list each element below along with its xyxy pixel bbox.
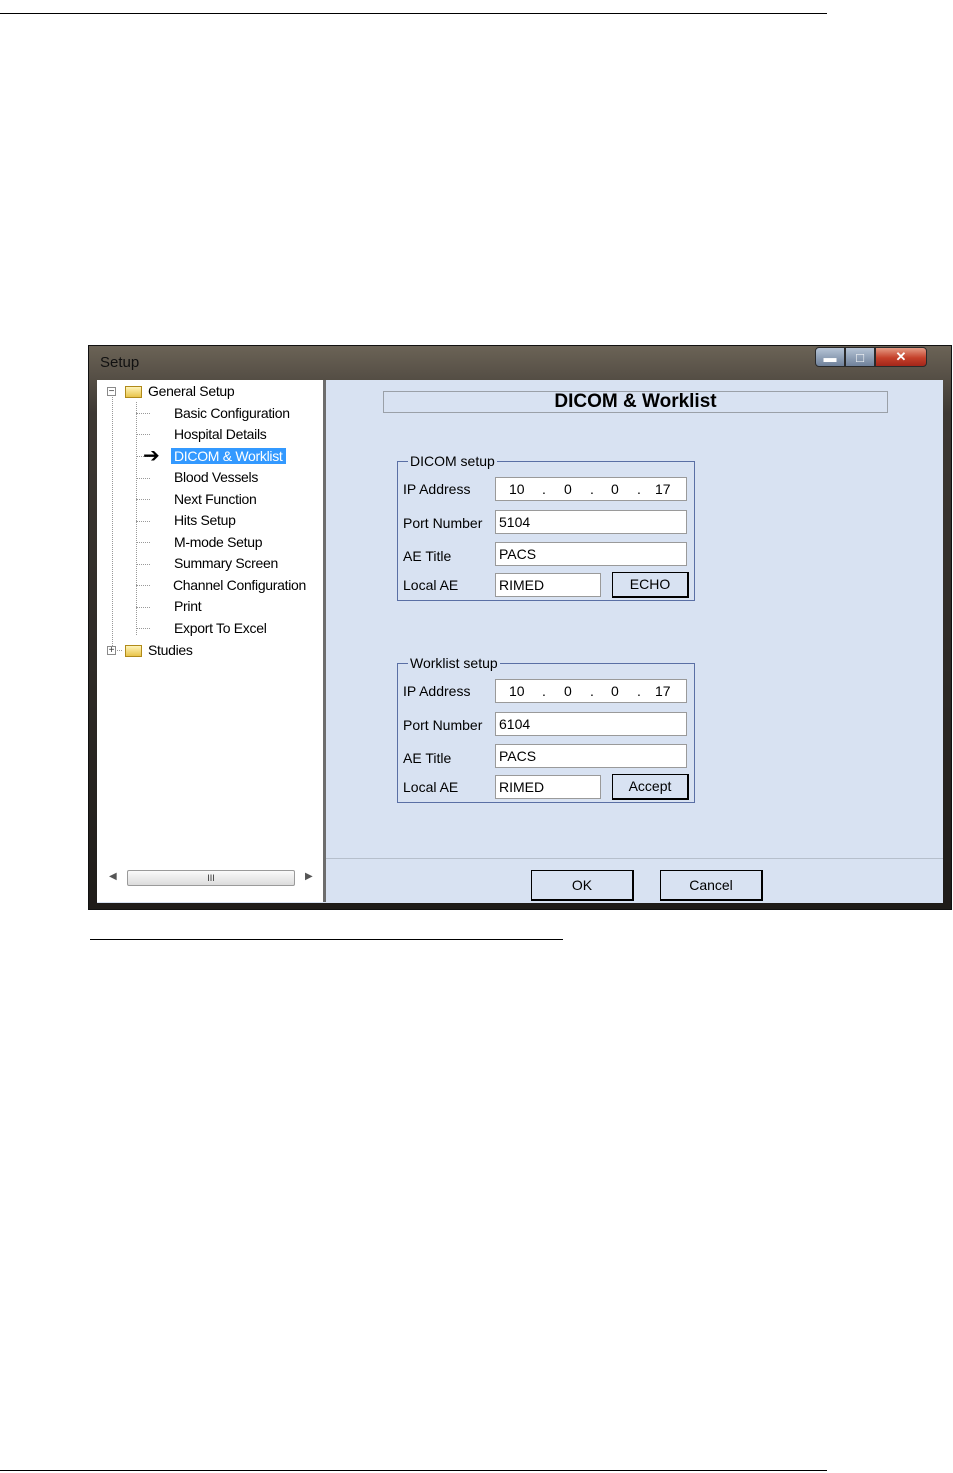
window-title: Setup [100,354,140,371]
tree-item-dicom-worklist[interactable]: DICOM & Worklist [171,448,286,464]
header-rule [0,13,827,14]
ip-octet: 0 [611,481,619,497]
ip-octet: 17 [655,683,671,699]
tree-branch [136,499,150,500]
local-ae-field[interactable]: RIMED [495,573,601,597]
tree-branch [136,478,150,479]
echo-button[interactable]: ECHO [612,572,689,598]
maximize-button[interactable]: □ [845,347,875,367]
horizontal-scrollbar[interactable]: ◀ III ▶ [103,868,317,888]
port-number-label: Port Number [403,717,483,733]
scroll-left-icon[interactable]: ◀ [109,871,117,882]
ip-octet: 0 [564,683,572,699]
tree-branch [136,413,150,414]
tree-line [112,390,113,650]
port-number-label: Port Number [403,515,483,531]
ae-title-label: AE Title [403,750,452,766]
tree-item-hits-setup[interactable]: Hits Setup [174,512,236,528]
tree-item-hospital-details[interactable]: Hospital Details [174,426,267,442]
expand-icon[interactable]: + [107,646,116,656]
title-bar[interactable]: Setup ▬ □ ✕ [89,346,951,378]
footer-rule [0,1470,827,1471]
tree-item-summary-screen[interactable]: Summary Screen [174,555,278,571]
pointer-arrow-icon: ➔ [143,445,160,467]
folder-icon [125,645,142,657]
tree-branch [136,434,150,435]
worklist-setup-group: Worklist setup IP Address 10 . 0 . 0 . 1… [397,655,695,803]
local-ae-label: Local AE [403,577,459,593]
client-area: − General Setup Basic Configuration Hosp… [97,380,943,903]
ip-address-label: IP Address [403,481,471,497]
setup-window: Setup ▬ □ ✕ − General Setup Basic Config… [88,345,952,910]
scroll-right-icon[interactable]: ▶ [305,871,313,882]
tree-root-studies[interactable]: Studies [148,642,193,658]
scroll-thumb[interactable]: III [127,870,295,886]
local-ae-field[interactable]: RIMED [495,775,601,799]
tree-item-m-mode-setup[interactable]: M-mode Setup [174,534,263,550]
port-number-field[interactable]: 5104 [495,510,687,534]
accept-button[interactable]: Accept [612,774,689,800]
tree-item-next-function[interactable]: Next Function [174,491,257,507]
cancel-button[interactable]: Cancel [660,870,763,901]
ip-octet: 0 [611,683,619,699]
tree-branch [136,564,150,565]
tree-item-channel-configuration[interactable]: Channel Configuration [173,577,306,593]
settings-tree: − General Setup Basic Configuration Hosp… [97,380,326,902]
ip-address-field[interactable]: 10 . 0 . 0 . 17 [495,679,687,703]
ip-dot: . [542,683,546,699]
ae-title-label: AE Title [403,548,452,564]
ip-octet: 10 [509,481,525,497]
ip-octet: 10 [509,683,525,699]
caption-underline [90,939,563,940]
port-number-field[interactable]: 6104 [495,712,687,736]
local-ae-label: Local AE [403,779,459,795]
open-folder-icon [125,386,142,398]
tree-branch [136,521,150,522]
group-legend: Worklist setup [408,655,500,671]
tree-item-basic-configuration[interactable]: Basic Configuration [174,405,290,421]
minimize-button[interactable]: ▬ [815,347,845,367]
group-legend: DICOM setup [408,453,497,469]
ip-octet: 17 [655,481,671,497]
footer-divider [326,858,943,859]
close-button[interactable]: ✕ [875,347,927,367]
page-title: DICOM & Worklist [383,391,888,413]
ip-octet: 0 [564,481,572,497]
ip-address-label: IP Address [403,683,471,699]
tree-branch [136,542,150,543]
ip-dot: . [590,683,594,699]
dicom-setup-group: DICOM setup IP Address 10 . 0 . 0 . 17 P… [397,453,695,601]
tree-item-export-to-excel[interactable]: Export To Excel [174,620,267,636]
ok-button[interactable]: OK [531,870,634,901]
ip-dot: . [637,683,641,699]
close-icon: ✕ [895,349,907,364]
ae-title-field[interactable]: PACS [495,542,687,566]
ip-dot: . [542,481,546,497]
maximize-icon: □ [856,349,864,365]
tree-item-blood-vessels[interactable]: Blood Vessels [174,469,258,485]
ip-address-field[interactable]: 10 . 0 . 0 . 17 [495,477,687,501]
minimize-icon: ▬ [823,349,837,365]
tree-branch [136,607,150,608]
tree-item-print[interactable]: Print [174,598,202,614]
collapse-icon[interactable]: − [107,387,116,397]
ip-dot: . [637,481,641,497]
tree-root-general-setup[interactable]: General Setup [148,383,235,399]
tree-branch [136,628,150,629]
tree-line [136,402,137,635]
ae-title-field[interactable]: PACS [495,744,687,768]
tree-branch [136,585,150,586]
ip-dot: . [590,481,594,497]
